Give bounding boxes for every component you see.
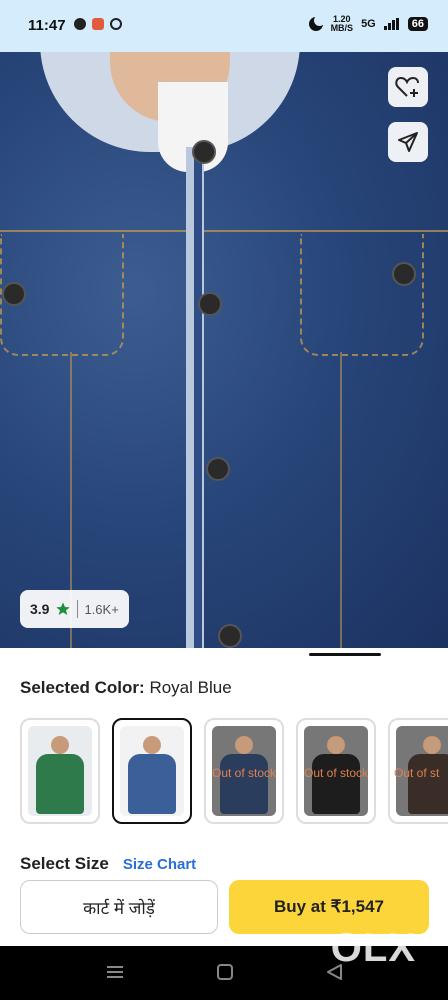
size-title: Select Size <box>20 854 109 873</box>
divider <box>77 600 79 618</box>
home-icon[interactable] <box>216 964 234 980</box>
pocket-button <box>2 282 26 306</box>
model-head <box>235 736 253 754</box>
status-bar: 11:47 1.20 MB/S 5G 66 <box>0 0 448 52</box>
jacket-figure <box>408 754 448 814</box>
model-head <box>327 736 345 754</box>
network-type: 5G <box>361 18 376 30</box>
share-button[interactable] <box>388 122 428 162</box>
jacket-figure <box>36 754 84 814</box>
model-head <box>143 736 161 754</box>
color-thumb-black[interactable]: Out of stock <box>296 718 376 824</box>
jacket-button <box>198 292 222 316</box>
olx-watermark: OLX <box>330 926 416 970</box>
sheet-handle[interactable] <box>309 653 381 656</box>
out-of-stock-label: Out of st <box>394 766 440 780</box>
color-thumb-navy[interactable]: Out of stock <box>204 718 284 824</box>
placket-gap <box>194 147 202 648</box>
star-icon <box>56 602 71 615</box>
jacket-button <box>192 140 216 164</box>
selected-color: Selected Color: Royal Blue <box>20 678 232 698</box>
wishlist-button[interactable] <box>388 67 428 107</box>
rating-count: 1.6K+ <box>84 601 119 617</box>
do-not-disturb-icon <box>308 15 325 31</box>
model-head <box>423 736 442 754</box>
pocket-button <box>392 262 416 286</box>
selected-color-value: Royal Blue <box>149 678 232 697</box>
out-of-stock-label: Out of stock <box>211 766 277 780</box>
out-of-stock-label: Out of stock <box>303 766 369 780</box>
heart-plus-icon <box>395 76 419 97</box>
app-notification-icon <box>92 18 104 30</box>
model-head <box>51 736 69 754</box>
color-thumb-royal-blue[interactable] <box>112 718 192 824</box>
size-chart-link[interactable]: Size Chart <box>123 856 196 873</box>
seam <box>340 352 342 648</box>
yoke-seam <box>0 230 448 232</box>
battery-indicator: 66 <box>407 17 428 31</box>
color-thumbnails: Out of stock Out of stock Out of st <box>20 718 448 824</box>
jacket-button <box>206 457 230 481</box>
jacket-figure <box>220 754 268 814</box>
jacket-button <box>218 624 242 648</box>
signal-icon <box>383 18 399 30</box>
product-image[interactable] <box>0 52 448 648</box>
selected-color-label: Selected Color: <box>20 678 145 697</box>
send-icon <box>398 132 418 152</box>
notification-icons <box>74 18 122 30</box>
jacket-figure <box>128 754 176 814</box>
jacket-figure <box>312 754 360 814</box>
size-row: Select Size Size Chart <box>20 854 196 874</box>
rating-badge[interactable]: 3.9 1.6K+ <box>20 590 129 628</box>
color-thumb-green[interactable] <box>20 718 100 824</box>
vpn-icon <box>110 18 122 30</box>
thumb-image <box>28 726 92 816</box>
thumb-image <box>120 726 184 816</box>
right-pocket <box>300 234 424 356</box>
network-speed: 1.20 MB/S <box>330 14 354 33</box>
status-right: 1.20 MB/S 5G 66 <box>308 14 428 33</box>
messenger-icon <box>74 18 86 30</box>
add-to-cart-button[interactable]: कार्ट में जोड़ें <box>20 880 218 934</box>
color-thumb-brown[interactable]: Out of st <box>388 718 448 824</box>
status-time: 11:47 <box>28 17 66 34</box>
rating-value: 3.9 <box>30 601 50 617</box>
recent-apps-icon[interactable] <box>106 964 124 980</box>
